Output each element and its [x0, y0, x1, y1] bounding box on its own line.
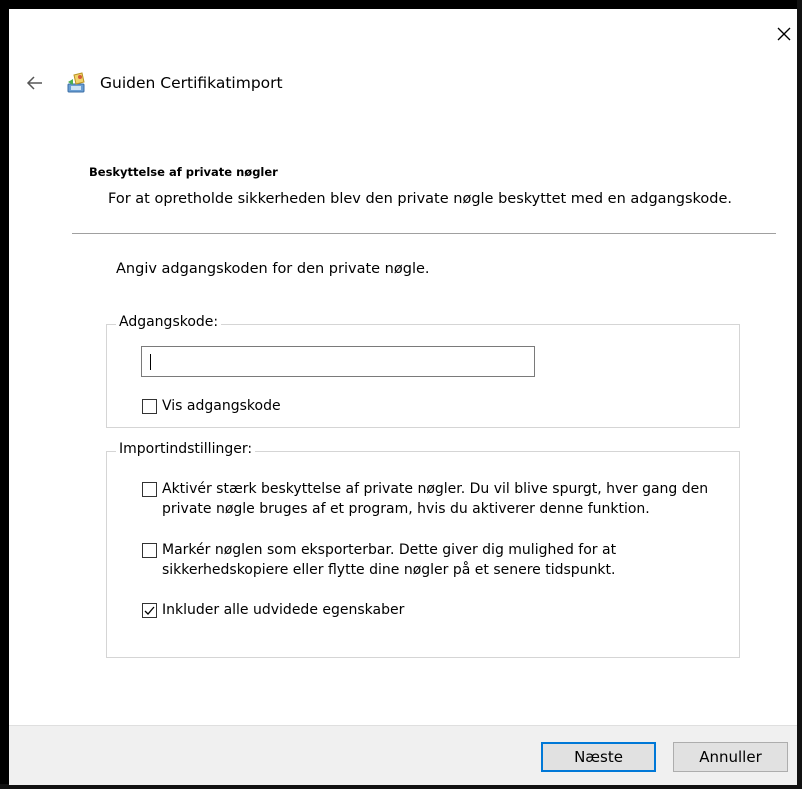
- text-caret: [150, 354, 151, 370]
- password-group-legend: Adgangskode:: [116, 314, 222, 330]
- strong-protection-line1: Aktivér stærk beskyttelse af private nøg…: [162, 481, 709, 497]
- import-group-legend: Importindstillinger:: [116, 441, 256, 457]
- mark-exportable-line1: Markér nøglen som eksporterbar. Dette gi…: [162, 542, 617, 558]
- close-icon: [777, 27, 791, 41]
- back-button[interactable]: [22, 70, 48, 96]
- wizard-title: Guiden Certifikatimport: [100, 74, 283, 92]
- cancel-button[interactable]: Annuller: [673, 742, 788, 772]
- checkmark-icon: [144, 606, 155, 615]
- mark-exportable-checkbox[interactable]: [142, 543, 157, 558]
- header-divider: [72, 233, 776, 234]
- page-subtitle: For at opretholde sikkerheden blev den p…: [108, 191, 733, 207]
- mark-exportable-label[interactable]: Markér nøglen som eksporterbar. Dette gi…: [162, 540, 616, 580]
- close-button[interactable]: [768, 18, 798, 48]
- password-prompt: Angiv adgangskoden for den private nøgle…: [116, 261, 430, 277]
- window-frame-right: [797, 0, 802, 789]
- password-field[interactable]: [141, 346, 535, 377]
- window-frame-top: [0, 0, 802, 9]
- strong-protection-checkbox[interactable]: [142, 482, 157, 497]
- strong-protection-line2: private nøgle bruges af et program, hvis…: [162, 501, 650, 517]
- next-button[interactable]: Næste: [541, 742, 656, 772]
- page-title: Beskyttelse af private nøgler: [89, 165, 278, 179]
- show-password-label[interactable]: Vis adgangskode: [162, 396, 281, 416]
- strong-protection-label[interactable]: Aktivér stærk beskyttelse af private nøg…: [162, 479, 708, 519]
- include-extended-properties-label[interactable]: Inkluder alle udvidede egenskaber: [162, 600, 404, 620]
- back-arrow-icon: [26, 76, 42, 90]
- mark-exportable-line2: sikkerhedskopiere eller flytte dine nøgl…: [162, 562, 616, 578]
- password-legend-text: Adgangskode:: [119, 314, 219, 330]
- certificate-wizard-icon: [64, 70, 90, 96]
- window-frame-left: [0, 0, 9, 789]
- include-extended-properties-checkbox[interactable]: [142, 603, 157, 618]
- show-password-checkbox[interactable]: [142, 399, 157, 414]
